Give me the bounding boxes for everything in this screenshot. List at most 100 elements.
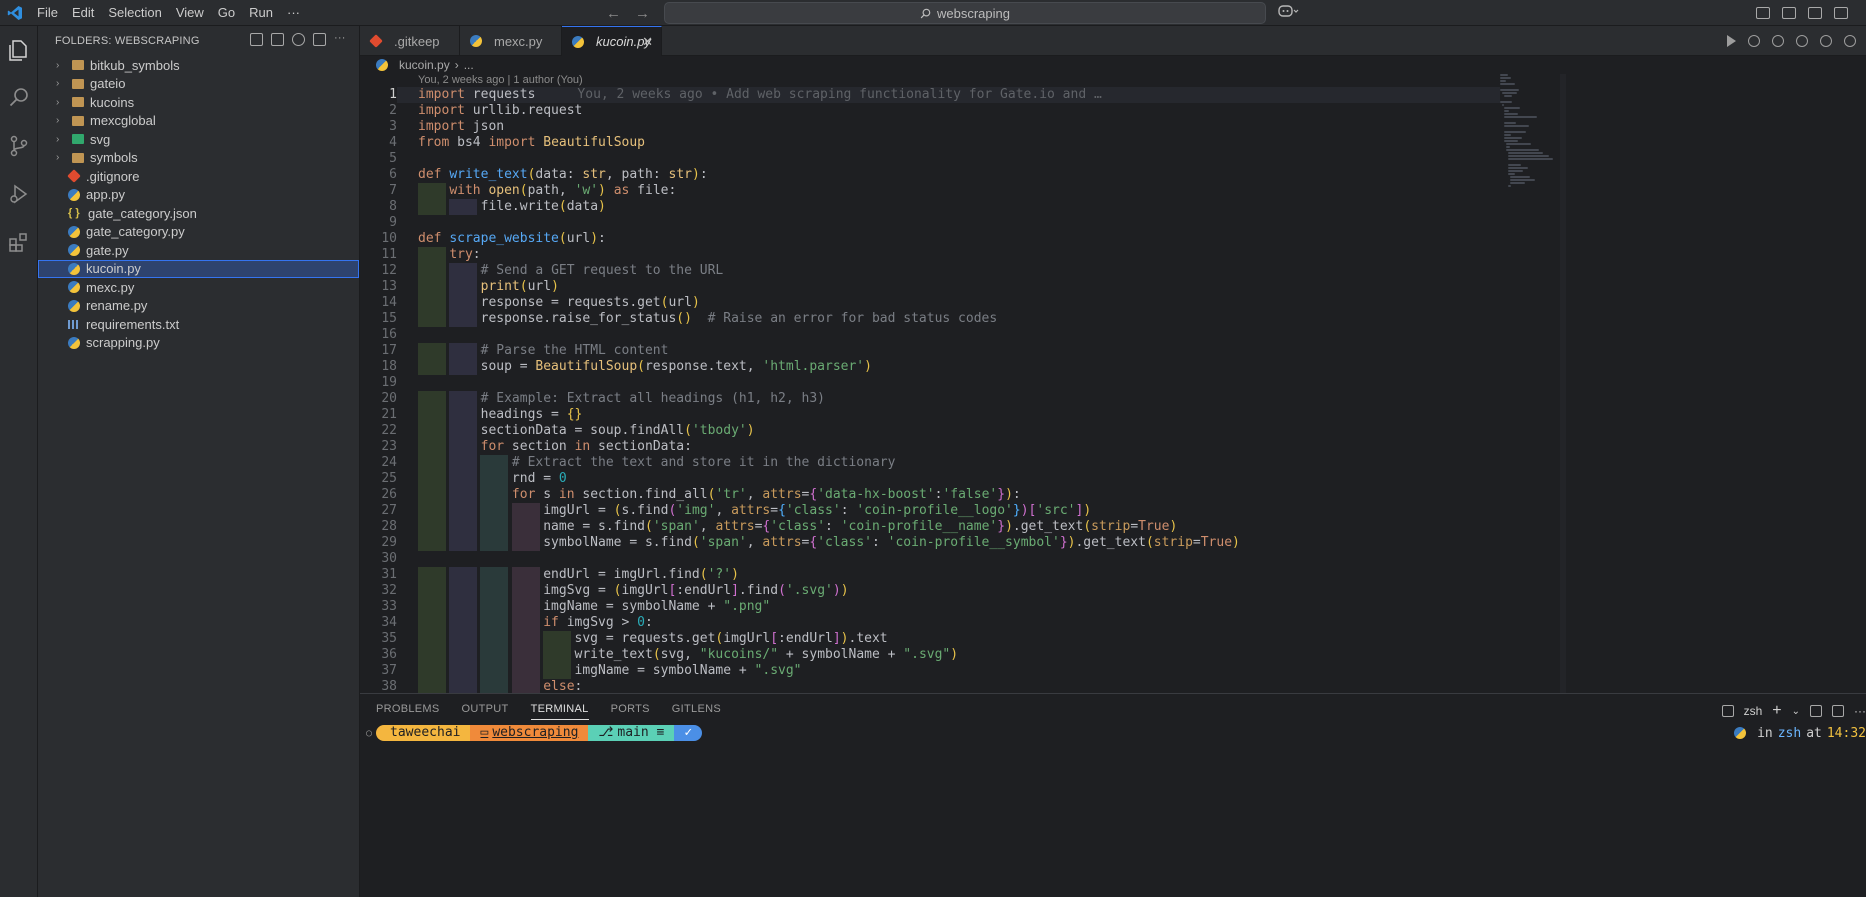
explorer-icon[interactable] [0,26,38,74]
tree-file[interactable]: rename.py [38,297,359,316]
tab-gitkeep[interactable]: .gitkeep [360,26,460,56]
code-line[interactable]: 21 headings = {} [360,407,1500,423]
split-terminal-icon[interactable] [1810,705,1822,717]
new-file-icon[interactable] [250,33,263,46]
command-center-search[interactable]: webscraping [664,2,1266,24]
code-line[interactable]: 1 import requests You, 2 weeks ago • Add w… [360,87,1500,103]
code-line[interactable]: 32 imgSvg = (imgUrl[:endUrl].find('.svg'… [360,583,1500,599]
inline-blame[interactable]: You, 2 weeks ago • Add web scraping func… [577,87,1101,102]
forward-arrow-icon[interactable]: → [635,5,650,22]
menu-selection[interactable]: Selection [101,0,168,26]
timeline-icon[interactable] [1748,35,1760,47]
tree-file[interactable]: kucoin.py [38,259,359,278]
refresh-icon[interactable] [292,33,305,46]
chevron-right-icon[interactable]: › [56,60,68,71]
code-line[interactable]: 11 try: [360,247,1500,263]
tab-gitlens[interactable]: GITLENS [672,703,721,715]
code-line[interactable]: 23 for section in sectionData: [360,439,1500,455]
code-line[interactable]: 19 [360,375,1500,391]
customize-layout-icon[interactable] [1756,7,1770,19]
back-arrow-icon[interactable]: ← [606,5,621,22]
tab-ports[interactable]: PORTS [611,703,650,715]
code-line[interactable]: 7 with open(path, 'w') as file: [360,183,1500,199]
tree-folder[interactable]: › bitkub_symbols [38,56,359,75]
tree-folder[interactable]: › kucoins [38,93,359,112]
tab-terminal[interactable]: TERMINAL [530,703,589,720]
code-line[interactable]: 37 imgName = symbolName + ".svg" [360,663,1500,679]
code-line[interactable]: 35 svg = requests.get(imgUrl[:endUrl]).t… [360,631,1500,647]
codelens-blame[interactable]: You, 2 weeks ago | 1 author (You) [418,74,583,86]
more-actions-icon[interactable]: ··· [334,33,347,46]
search-sidebar-icon[interactable] [0,74,38,122]
git-commit-icon[interactable] [1796,35,1808,47]
source-control-icon[interactable] [0,122,38,170]
code-line[interactable]: 9 [360,215,1500,231]
minimap[interactable] [1500,74,1560,234]
tree-file[interactable]: scrapping.py [38,334,359,353]
tree-file[interactable]: gate.py [38,241,359,260]
tree-folder[interactable]: › gateio [38,75,359,94]
menu-file[interactable]: File [30,0,65,26]
code-line[interactable]: 8 file.write(data) [360,199,1500,215]
git-compare-icon[interactable] [1772,35,1784,47]
tree-file[interactable]: .gitignore [38,167,359,186]
code-line[interactable]: 34 if imgSvg > 0: [360,615,1500,631]
toggle-secondary-sidebar-icon[interactable] [1834,7,1848,19]
editor-scrollbar[interactable] [1560,74,1566,694]
breadcrumb-file[interactable]: kucoin.py [399,58,450,72]
code-line[interactable]: 17 # Parse the HTML content [360,343,1500,359]
code-line[interactable]: 15 response.raise_for_status() # Raise a… [360,311,1500,327]
chevron-right-icon[interactable]: › [56,115,68,126]
trash-icon[interactable] [1832,705,1844,717]
toggle-sidebar-icon[interactable] [1782,7,1796,19]
chevron-right-icon[interactable]: › [56,134,68,145]
run-file-icon[interactable] [1727,35,1736,47]
tree-file[interactable]: requirements.txt [38,315,359,334]
menu-more[interactable]: ··· [280,0,307,26]
breadcrumb-more[interactable]: ... [464,58,474,72]
chevron-right-icon[interactable]: › [56,97,68,108]
extensions-icon[interactable] [0,218,38,266]
menu-edit[interactable]: Edit [65,0,101,26]
code-line[interactable]: 25 rnd = 0 [360,471,1500,487]
gitlens-icon[interactable] [1844,35,1856,47]
code-line[interactable]: 31 endUrl = imgUrl.find('?') [360,567,1500,583]
tree-file[interactable]: gate_category.py [38,223,359,242]
code-line[interactable]: 26 for s in section.find_all('tr', attrs… [360,487,1500,503]
terminal-prompt[interactable]: ○ taweechai ▭ webscraping ⎇ main ≡ ✓ [366,725,703,741]
menu-view[interactable]: View [169,0,211,26]
toggle-panel-icon[interactable] [1808,7,1822,19]
tree-file[interactable]: app.py [38,186,359,205]
code-line[interactable]: 12 # Send a GET request to the URL [360,263,1500,279]
code-line[interactable]: 3 import json [360,119,1500,135]
shell-label[interactable]: zsh [1744,704,1763,718]
code-line[interactable]: 13 print(url) [360,279,1500,295]
tab-mexc[interactable]: mexc.py [460,26,562,56]
code-line[interactable]: 2 import urllib.request [360,103,1500,119]
tree-folder[interactable]: › mexcglobal [38,112,359,131]
code-line[interactable]: 16 [360,327,1500,343]
code-editor[interactable]: 1 import requests You, 2 weeks ago • Add w… [360,87,1500,693]
code-line[interactable]: 5 [360,151,1500,167]
code-line[interactable]: 20 # Example: Extract all headings (h1, … [360,391,1500,407]
close-icon[interactable]: ✕ [642,34,653,50]
new-folder-icon[interactable] [271,33,284,46]
collapse-all-icon[interactable] [313,33,326,46]
chevron-right-icon[interactable]: › [56,152,68,163]
tab-kucoin[interactable]: kucoin.py ✕ [562,26,662,56]
tree-file[interactable]: mexc.py [38,278,359,297]
code-line[interactable]: 29 symbolName = s.find('span', attrs={'c… [360,535,1500,551]
tree-file[interactable]: { } gate_category.json [38,204,359,223]
tab-output[interactable]: OUTPUT [462,703,509,715]
code-line[interactable]: 27 imgUrl = (s.find('img', attrs={'class… [360,503,1500,519]
code-line[interactable]: 30 [360,551,1500,567]
code-line[interactable]: 6 def write_text(data: str, path: str): [360,167,1500,183]
code-line[interactable]: 10 def scrape_website(url): [360,231,1500,247]
code-line[interactable]: 18 soup = BeautifulSoup(response.text, '… [360,359,1500,375]
code-line[interactable]: 22 sectionData = soup.findAll('tbody') [360,423,1500,439]
tab-problems[interactable]: PROBLEMS [376,703,440,715]
copilot-icon[interactable] [1278,4,1300,21]
chevron-down-icon[interactable]: ⌄ [1792,706,1800,717]
code-line[interactable]: 24 # Extract the text and store it in th… [360,455,1500,471]
git-next-icon[interactable] [1820,35,1832,47]
